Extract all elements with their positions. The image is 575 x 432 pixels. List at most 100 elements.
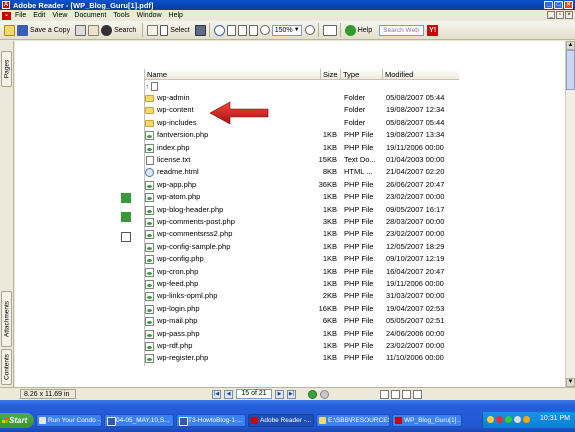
tab-pages[interactable]: Pages [1,51,12,87]
menu-tools[interactable]: Tools [113,12,129,19]
snapshot-icon[interactable] [194,24,206,36]
tab-contents[interactable]: Contents [1,349,12,385]
doc-minimize-button[interactable]: _ [547,11,555,19]
status-bar: 8.26 x 11.69 in |◀ ◀ 15 of 21 ▶ ▶| [0,387,575,400]
first-page-icon[interactable]: |◀ [212,389,221,399]
next-view-icon[interactable] [320,389,329,399]
previous-view-icon[interactable] [308,389,317,399]
fit-page-icon[interactable] [237,24,247,36]
minimize-button[interactable]: _ [544,1,553,9]
yahoo-icon[interactable]: Y! [427,24,439,36]
php-file-icon [145,143,154,153]
file-size: 3KB [322,217,337,226]
maximize-button[interactable]: □ [554,1,563,9]
select-button[interactable]: Select [160,24,190,36]
print-icon[interactable] [75,24,87,36]
search-button[interactable]: Search [101,24,136,36]
fit-width-icon[interactable] [248,24,258,36]
hand-tool-icon[interactable] [147,24,159,36]
tray-icon[interactable] [487,416,494,423]
menu-file[interactable]: File [15,12,26,19]
list-item: wp-commentsrss2.php 1KB PHP File 23/02/2007… [145,228,459,240]
list-item: wp-atom.php 1KB PHP File 23/02/2007 00:00 [145,191,459,203]
document-icon[interactable]: ▪ [2,11,11,20]
page-number-input[interactable]: 15 of 21 [236,389,272,399]
list-item: wp-feed.php 1KB PHP File 19/11/2006 00:00 [145,278,459,290]
file-size: 1KB [322,266,337,276]
scroll-down-icon[interactable]: ▼ [566,378,575,387]
help-icon [344,24,356,36]
next-page-icon[interactable]: ▶ [275,389,284,399]
file-name: wp-blog-header.php [157,204,224,214]
facing-icon[interactable] [402,390,411,399]
toolbar-separator [142,23,144,37]
file-type: PHP File [344,341,374,350]
zoom-plus-icon[interactable] [304,25,315,35]
list-item: index.php 1KB PHP File 19/11/2006 00:00 [145,142,459,154]
toolbar: Save a Copy Search Select 150% ▼ Help Se… [0,21,575,40]
binoculars-icon [101,24,113,36]
arrow-right-icon [121,193,131,203]
taskbar-item-run-your-condo[interactable]: Run Your Condo -... [36,414,102,427]
start-button[interactable]: Start [0,413,34,428]
tab-attachments[interactable]: Attachments [1,291,12,347]
doc-close-button[interactable]: × [565,11,573,19]
last-page-icon[interactable]: ▶| [287,389,296,399]
menu-edit[interactable]: Edit [33,12,45,19]
taskbar-item-adobe-reader[interactable]: Adobe Reader -... [248,414,314,427]
tray-icon[interactable] [514,416,521,423]
file-type: PHP File [344,142,374,152]
continuous-facing-icon[interactable] [413,390,422,399]
select-cursor-icon [160,24,169,36]
taskbar-item-resources[interactable]: E:\SBB\RESOURCES [316,414,390,427]
tray-icon[interactable] [523,416,530,423]
file-size: 36KB [318,179,337,189]
file-type: PHP File [344,266,374,276]
taskbar-item-wp-blog-guru[interactable]: WP_Blog_Guru[1]... [392,414,462,427]
file-size: 2KB [322,291,337,301]
php-file-icon [145,354,154,364]
php-file-icon [145,131,154,141]
menu-document[interactable]: Document [74,12,106,19]
text-file-icon [146,156,154,165]
scroll-up-icon[interactable]: ▲ [566,41,575,50]
taskbar-item-04-05-may[interactable]: 04-05_MAY,10,S... [104,414,174,427]
save-copy-button[interactable]: Save a Copy [17,24,70,36]
page-layout-buttons [380,390,422,399]
zoom-level-value: 150% [274,26,293,34]
file-type: PHP File [344,316,374,326]
tray-icon[interactable] [505,416,512,423]
search-web-input[interactable]: Search Web [379,24,425,36]
vertical-scrollbar[interactable]: ▲ ▼ [565,41,575,387]
previous-page-icon[interactable]: ◀ [224,389,233,399]
column-header-modified: Modified [383,69,459,80]
file-type: PHP File [344,303,374,313]
email-icon[interactable] [88,24,100,36]
list-item: wp-content Folder 19/08/2007 12:34 [145,104,459,116]
menu-view[interactable]: View [52,12,67,19]
file-size: 1KB [322,130,337,140]
tray-icon[interactable] [496,416,503,423]
actual-size-icon[interactable] [226,24,236,36]
scroll-thumb[interactable] [566,50,575,90]
zoom-out-icon[interactable] [259,25,270,35]
folder-icon [145,119,154,127]
file-modified: 19/08/2007 13:34 [386,130,445,140]
file-name: wp-includes [157,117,197,127]
zoom-in-icon[interactable] [213,24,225,36]
single-page-icon[interactable] [380,390,389,399]
taskbar-item-howtoblog[interactable]: T3-HowtoBlog-1-... [176,414,246,427]
doc-restore-button[interactable]: ▫ [556,11,564,19]
close-button[interactable]: × [564,1,573,9]
zoom-level-input[interactable]: 150% ▼ [271,24,302,36]
file-size: 1KB [322,328,337,338]
continuous-icon[interactable] [391,390,400,399]
php-file-icon [145,304,154,314]
menu-window[interactable]: Window [137,12,162,19]
help-button[interactable]: Help [344,24,372,36]
open-folder-icon[interactable] [4,24,15,36]
php-file-icon [145,230,154,240]
menu-help[interactable]: Help [169,12,183,19]
file-size: 1KB [322,204,337,214]
rotate-view-icon[interactable] [322,24,337,36]
